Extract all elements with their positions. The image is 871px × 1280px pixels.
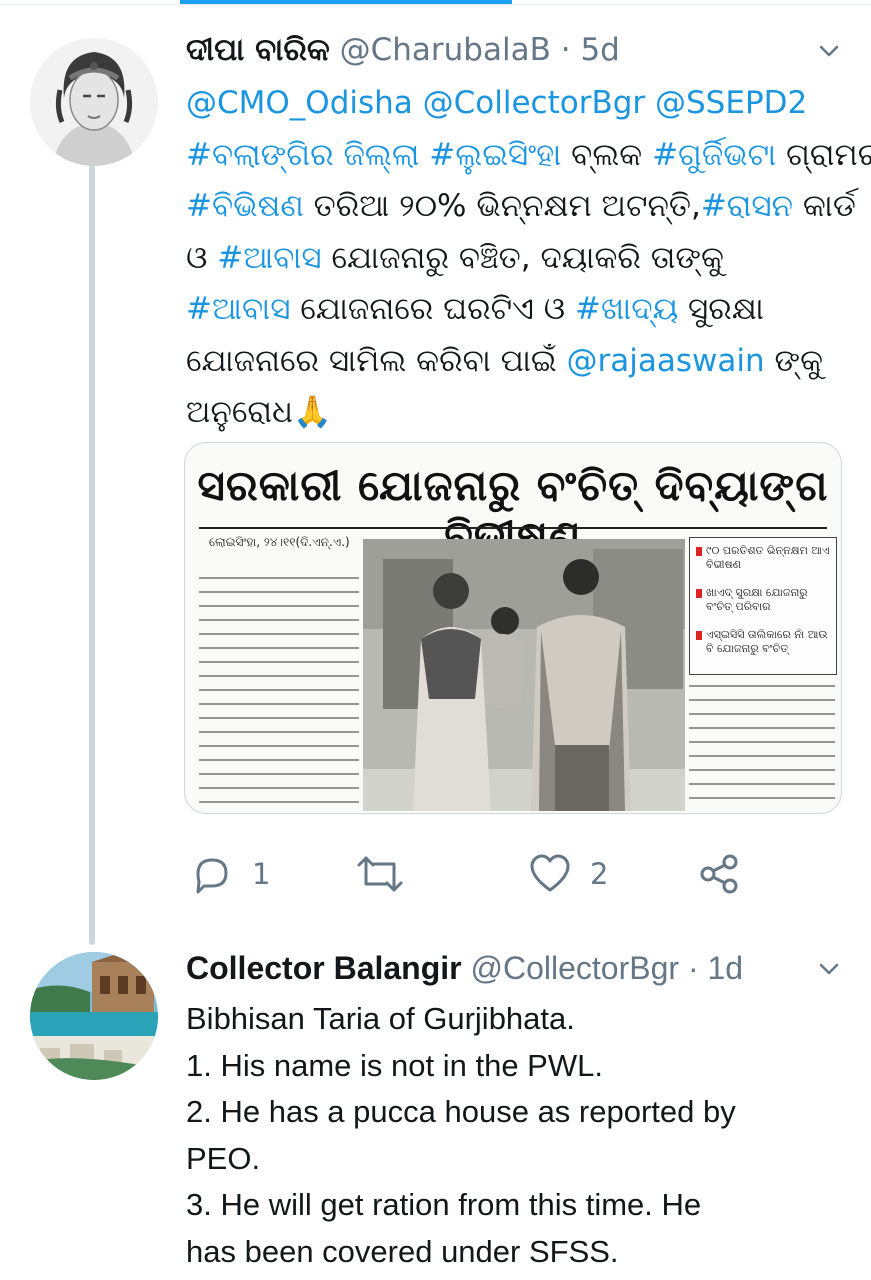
reply-button[interactable]: 1: [190, 852, 270, 896]
chevron-down-icon[interactable]: [818, 958, 840, 980]
hashtag-link[interactable]: #ଆବାସ: [217, 240, 321, 276]
highlight-item: ୯୦ ପରତିଶତ ଭିନ୍ନକ୍ଷମ ଆଏ ବିଭୀଷଣ: [696, 544, 830, 572]
tweet-line: ଅନୁରୋଧ🙏: [186, 387, 856, 439]
newspaper-column-left: [199, 571, 359, 807]
tweet-text-segment: ଯୋଜନାରେ ସାମିଲ କରିବା ପାଇଁ: [186, 342, 567, 379]
tweet-text-segment: ଯୋଜନାରେ ଘରଟିଏ ଓ: [290, 291, 576, 327]
thread-connector-line: [89, 165, 95, 945]
tweet-text-segment: ଙ୍କୁ: [764, 342, 824, 379]
author-name[interactable]: ଦୀପା ବାରିକ: [186, 32, 330, 68]
newspaper-highlight-box: ୯୦ ପରତିଶତ ଭିନ୍ନକ୍ଷମ ଆଏ ବିଭୀଷଣ ଖାଏଦ୍ ସୁରକ…: [689, 537, 837, 675]
reply-icon: [196, 858, 228, 894]
like-button[interactable]: 2: [528, 852, 608, 896]
tweet-line: 2. He has a pucca house as reported by: [186, 1094, 736, 1129]
tweet-text-segment: ଯୋଜନାରୁ ବଞ୍ଚିତ, ଦୟାକରି ତାଙ୍କୁ: [321, 239, 724, 276]
tweet-line: #ବଲାଙ୍ଗିର ଜିଲ୍ଲା #ଲୁଇସିଂହା ବ୍ଲକ #ଗୁର୍ଜିଭ…: [186, 130, 871, 182]
tweet-line: PEO.: [186, 1140, 261, 1176]
tweet-line: ଓ #ଆବାସ ଯୋଜନାରୁ ବଞ୍ଚିତ, ଦୟାକରି ତାଙ୍କୁ: [186, 233, 856, 285]
tweet-text-segment: ତରିଆ ୨୦% ଭିନ୍ନକ୍ଷମ ଅଟନ୍ତି,: [303, 188, 701, 224]
attached-image[interactable]: ସରକାରୀ ଯୋଜନାରୁ ବଂଚିତ୍ ଦିବ୍ୟାଙ୍ଗ ବିଭୀଷଣ ଲ…: [184, 442, 842, 814]
newspaper-rule: [199, 527, 827, 529]
avatar[interactable]: [30, 38, 158, 166]
newspaper-photo: [363, 539, 685, 811]
tweet-text-segment: ଓ: [186, 239, 218, 276]
top-divider: [0, 4, 871, 5]
hashtag-link[interactable]: #ଆବାସ: [186, 291, 290, 327]
tweet-text-segment: କାର୍ଡ: [793, 188, 856, 224]
tweet-line: has been covered under SFSS.: [186, 1233, 619, 1269]
tweet-line: #ଆବାସ ଯୋଜନାରେ ଘରଟିଏ ଓ #ଖାଦ୍ୟ ସୁରକ୍ଷା: [186, 284, 856, 336]
tweet-text-segment: [419, 137, 429, 173]
tweet-body: @CMO_Odisha @CollectorBgr @SSEPD2 #ବଲାଙ୍ଗ…: [186, 78, 871, 439]
tweet-line: 1. His name is not in the PWL.: [186, 1047, 603, 1083]
tweet-timestamp[interactable]: 5d: [580, 32, 619, 68]
retweet-button[interactable]: [356, 852, 404, 896]
hashtag-link[interactable]: #ରାସନ: [701, 188, 793, 224]
author-name[interactable]: Collector Balangir: [186, 950, 462, 986]
tweet-line: 3. He will get ration from this time. He: [186, 1187, 702, 1222]
tweet-text-segment: ଅନୁରୋଧ🙏: [186, 394, 332, 430]
author-handle[interactable]: @CharubalaB: [340, 32, 551, 68]
highlight-item: ଖାଏଦ୍ ସୁରକ୍ଷା ଯୋଜନାରୁ ବଂଚିତ୍ ପରିବାର: [696, 586, 830, 614]
like-icon: [530, 854, 570, 892]
tweet-header: ଦୀପା ବାରିକ @CharubalaB · 5d: [186, 30, 620, 70]
tweet-actions: 1 2: [0, 852, 871, 904]
chevron-down-icon[interactable]: [818, 40, 840, 62]
hashtag-link[interactable]: #ଖାଦ୍ୟ: [575, 291, 678, 327]
highlight-item: ଏସ୍ଇସିସି ତାଲିକାରେ ନାଁ ଆଉ ବି ଯୋଜନାରୁ ବଂଚି…: [696, 628, 830, 656]
tweet-header: Collector Balangir @CollectorBgr · 1d: [186, 948, 743, 988]
tweet-timestamp[interactable]: 1d: [707, 950, 743, 986]
hashtag-link[interactable]: #ବଲାଙ୍ଗିର ଜିଲ୍ଲା: [186, 137, 419, 173]
tweet-body: Bibhisan Taria of Gurjibhata. 1. His nam…: [186, 996, 856, 1275]
mention-link[interactable]: @CMO_Odisha @CollectorBgr @SSEPD2: [186, 85, 807, 121]
hashtag-link[interactable]: #ଗୁର୍ଜିଭଟା: [652, 137, 776, 173]
tweet-line: @CMO_Odisha @CollectorBgr @SSEPD2: [186, 78, 856, 130]
tweet-line: Bibhisan Taria of Gurjibhata.: [186, 1001, 575, 1036]
separator-dot: ·: [560, 32, 571, 68]
share-icon: [700, 854, 738, 894]
separator-dot: ·: [687, 950, 699, 986]
author-handle[interactable]: @CollectorBgr: [471, 950, 680, 986]
like-count: 2: [590, 857, 609, 891]
retweet-icon: [357, 856, 403, 892]
tweet-line: ଯୋଜନାରେ ସାମିଲ କରିବା ପାଇଁ @rajaaswain ଙ୍କ…: [186, 336, 856, 388]
newspaper-dateline: ଲୋଇସିଂହା, ୨୪।୧୧(ଦି.ଏନ୍.ଏ.): [209, 535, 350, 549]
hashtag-link[interactable]: #ଲୁଇସିଂହା: [429, 137, 561, 173]
share-button[interactable]: [698, 852, 742, 896]
mention-link[interactable]: @rajaaswain: [567, 343, 765, 379]
avatar[interactable]: [30, 952, 158, 1080]
tweet-text-segment: ଗ୍ରାମର: [776, 136, 871, 173]
tweet-text-segment: ବ୍ଲକ: [561, 136, 653, 173]
newspaper-column-right: [689, 679, 835, 807]
tweet-text-segment: ସୁରକ୍ଷା: [678, 291, 764, 327]
tweet-line: #ବିଭିଷଣ ତରିଆ ୨୦% ଭିନ୍ନକ୍ଷମ ଅଟନ୍ତି,#ରାସନ …: [186, 181, 856, 233]
reply-count: 1: [252, 857, 271, 891]
hashtag-link[interactable]: #ବିଭିଷଣ: [186, 188, 304, 224]
